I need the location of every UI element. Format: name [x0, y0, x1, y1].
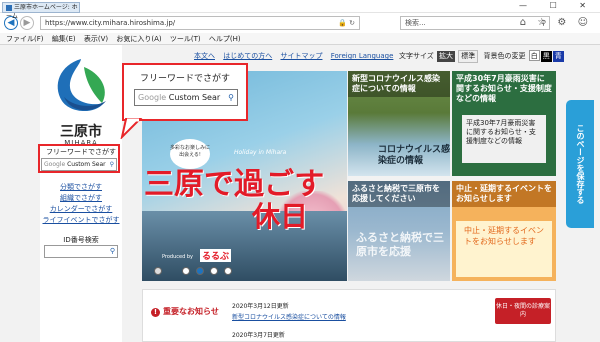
accessibility-controls: 文字サイズ 拡大 標準 背景色の変更 白黒青: [399, 50, 564, 63]
link-sitemap[interactable]: サイトマップ: [280, 52, 322, 60]
link-foreign-language[interactable]: Foreign Language: [331, 52, 394, 60]
notices-heading: ! 重要なお知らせ: [151, 306, 219, 317]
tile-covid-art: コロナウイルス感染症の情報: [378, 145, 450, 166]
save-page-tab[interactable]: このページを保存する: [566, 100, 594, 228]
callout-search-input[interactable]: Google Custom Sear ⚲: [134, 89, 238, 106]
hero-produced-by: Produced by: [162, 254, 193, 260]
search-icon[interactable]: ⚲: [110, 159, 114, 170]
window-controls[interactable]: — ☐ ✕: [519, 0, 596, 12]
browser-tab[interactable]: 三原市ホームページ: ホーム: [2, 2, 80, 20]
carousel-dot[interactable]: [210, 267, 218, 275]
menu-item-edit[interactable]: 編集(E): [52, 35, 76, 43]
callout-label: フリーワードでさがす: [139, 74, 230, 84]
url-text: https://www.city.mihara.hiroshima.jp/: [45, 19, 176, 27]
carousel-dot[interactable]: [182, 267, 190, 275]
screenshot-root: — ☐ ✕ ◀ ▶ https://www.city.mihara.hirosh…: [0, 0, 600, 342]
link-skip-to-content[interactable]: 本文へ: [194, 52, 215, 60]
notice-date-1: 2020年3月12日更新: [232, 303, 289, 310]
link-life-event-search[interactable]: ライフイベントでさがす: [40, 215, 122, 226]
hero-brand: るるぶ: [200, 249, 232, 262]
search-zoom-callout: フリーワードでさがす Google Custom Sear ⚲: [122, 63, 248, 121]
favicon-icon: [6, 4, 12, 11]
tile-furusato-tax[interactable]: ふるさと納税で三原市を応援してください ふるさと納税で三原市を応援: [348, 181, 450, 281]
search-placeholder: Custom Sear: [65, 161, 106, 168]
tile-rain-disaster[interactable]: 平成30年7月豪雨災害に関するお知らせ・支援制度などの情報 平成30年7月豪雨災…: [452, 71, 556, 176]
callout-search-brand: Google: [138, 93, 167, 102]
tile-furusato-art: ふるさと納税で三原市を応援: [356, 231, 444, 258]
notice-link-1[interactable]: 新型コロナウイルス感染症についての情報: [232, 312, 346, 321]
search-icon[interactable]: ⚲: [110, 246, 115, 257]
tile-furusato-caption: ふるさと納税で三原市を応援してください: [348, 181, 450, 207]
font-size-label: 文字サイズ: [399, 52, 434, 60]
tile-rain-inner: 平成30年7月豪雨災害に関するお知らせ・支援制度などの情報: [462, 115, 546, 163]
notice-date-2: 2020年3月7日更新: [232, 332, 285, 339]
forward-icon[interactable]: ▶: [20, 16, 34, 30]
search-icon[interactable]: ⚲: [228, 90, 234, 105]
address-row: ◀ ▶ https://www.city.mihara.hiroshima.jp…: [0, 13, 600, 33]
lock-icon: 🔒 ↻: [338, 19, 355, 27]
tile-covid-caption: 新型コロナウイルス感染症についての情報: [348, 71, 450, 97]
carousel-dot-active[interactable]: [196, 267, 204, 275]
menu-bar: ファイル(F) 編集(E) 表示(V) お気に入り(A) ツール(T) ヘルプ(…: [0, 33, 600, 45]
bg-black-button[interactable]: 黒: [540, 51, 552, 62]
alert-icon: !: [151, 308, 160, 317]
bg-blue-button[interactable]: 青: [552, 51, 564, 62]
menu-item-tools[interactable]: ツール(T): [170, 35, 201, 43]
menu-item-help[interactable]: ヘルプ(H): [209, 35, 241, 43]
bg-color-label: 背景色の変更: [483, 52, 526, 60]
bg-white-button[interactable]: 白: [528, 50, 540, 61]
callout-pointer: [120, 118, 143, 139]
important-notices: ! 重要なお知らせ 2020年3月12日更新 新型コロナウイルス感染症についての情…: [142, 289, 556, 342]
browser-search-placeholder: 検索...: [405, 19, 426, 27]
link-category-search[interactable]: 分類でさがす: [40, 182, 122, 193]
tile-event-caption: 中止・延期するイベントをお知らせします: [452, 181, 556, 207]
carousel-dot[interactable]: [224, 267, 232, 275]
link-first-visit[interactable]: はじめての方へ: [223, 52, 272, 60]
page-content: 三原市 MIHARA フリーワードでさがす Google Custom Sear…: [0, 45, 600, 342]
id-search-input[interactable]: ⚲: [44, 245, 118, 258]
carousel-prev-icon[interactable]: [154, 267, 162, 275]
font-enlarge-button[interactable]: 拡大: [437, 51, 456, 62]
browser-titlebar: — ☐ ✕: [0, 0, 600, 13]
city-name: 三原市: [60, 124, 102, 140]
tile-rain-caption: 平成30年7月豪雨災害に関するお知らせ・支援制度などの情報: [456, 74, 552, 103]
city-logo-icon[interactable]: [50, 57, 112, 115]
tile-covid-info[interactable]: 新型コロナウイルス感染症についての情報 コロナウイルス感染症の情報: [348, 71, 450, 176]
menu-item-view[interactable]: 表示(V): [84, 35, 108, 43]
callout-search-placeholder: Custom Sear: [166, 93, 221, 102]
freeword-search-input[interactable]: Google Custom Sear ⚲: [41, 158, 117, 171]
address-bar[interactable]: https://www.city.mihara.hiroshima.jp/ 🔒 …: [40, 16, 360, 30]
left-nav-links: 分類でさがす 組織でさがす カレンダーでさがす ライフイベントでさがす: [40, 182, 122, 226]
font-standard-button[interactable]: 標準: [458, 50, 479, 63]
link-calendar-search[interactable]: カレンダーでさがす: [40, 204, 122, 215]
carousel-dots: [142, 263, 347, 279]
tile-event-cancel[interactable]: 中止・延期するイベントをお知らせします 中止・延期するイベントをお知らせします: [452, 181, 556, 281]
search-brand: Google: [44, 161, 66, 168]
menu-item-favorites[interactable]: お気に入り(A): [116, 35, 161, 43]
menu-item-file[interactable]: ファイル(F): [6, 35, 44, 43]
link-organization-search[interactable]: 組織でさがす: [40, 193, 122, 204]
hero-title-line2: 休日: [252, 200, 309, 233]
toolbar-icons[interactable]: ⌂ ☆ ⚙ ☺: [520, 16, 592, 30]
top-nav: 本文へ はじめての方へ サイトマップ Foreign Language: [194, 51, 399, 61]
hero-holiday-text: Holiday in Mihara: [234, 149, 287, 156]
id-search-label: ID番号検索: [63, 236, 99, 244]
night-clinic-button[interactable]: 休日・夜間の診療案内: [495, 298, 551, 324]
tile-event-inner: 中止・延期するイベントをお知らせします: [456, 221, 552, 277]
